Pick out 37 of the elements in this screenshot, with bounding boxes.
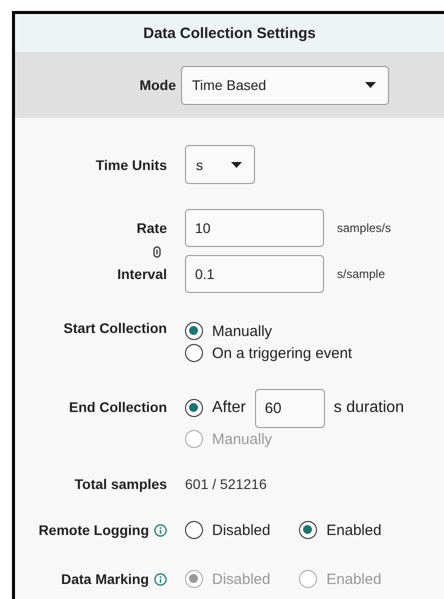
total-samples-value: 601 / 521216	[185, 476, 267, 492]
radio-button[interactable]	[299, 521, 318, 539]
radio-button[interactable]	[185, 521, 203, 539]
option-label: Enabled	[326, 570, 382, 588]
interval-label: Interval	[116, 266, 167, 282]
radio-button[interactable]	[185, 399, 203, 417]
duration-unit: s duration	[334, 399, 404, 417]
rate-field[interactable]: 10	[185, 209, 324, 247]
interval-unit: s/sample	[337, 267, 386, 281]
panel-title: Data Collection Settings	[143, 24, 316, 42]
link-icon[interactable]	[153, 246, 161, 258]
start-collection-label: Start Collection	[62, 320, 167, 336]
option-label: Manually	[212, 430, 272, 448]
option-label: On a triggering event	[212, 344, 352, 362]
time-units-dropdown[interactable]: s	[185, 145, 255, 184]
option-label: Disabled	[212, 522, 270, 538]
time-units-label: Time Units	[94, 156, 167, 172]
caret-icon	[231, 162, 242, 168]
radio-button[interactable]	[185, 322, 203, 340]
caret-icon	[365, 82, 376, 88]
option-label: After	[212, 399, 246, 417]
mode-dropdown[interactable]: Time Based	[181, 66, 389, 104]
radio-button[interactable]	[185, 344, 203, 362]
mode-label: Mode	[138, 77, 176, 93]
duration-field[interactable]: 60	[254, 388, 325, 428]
end-collection-label: End Collection	[68, 399, 167, 415]
rate-unit: samples/s	[337, 221, 392, 235]
interval-field[interactable]: 0.1	[185, 255, 324, 293]
option-label: Enabled	[326, 522, 382, 538]
rate-label: Rate	[136, 220, 167, 236]
option-label: Manually	[212, 322, 272, 340]
info-icon[interactable]	[154, 572, 167, 586]
data-marking-label: Data Marking	[61, 571, 149, 587]
total-samples-label: Total samples	[74, 476, 167, 492]
remote-logging-label: Remote Logging	[38, 522, 149, 538]
info-icon[interactable]	[154, 524, 167, 536]
option-label: Disabled	[212, 570, 270, 588]
